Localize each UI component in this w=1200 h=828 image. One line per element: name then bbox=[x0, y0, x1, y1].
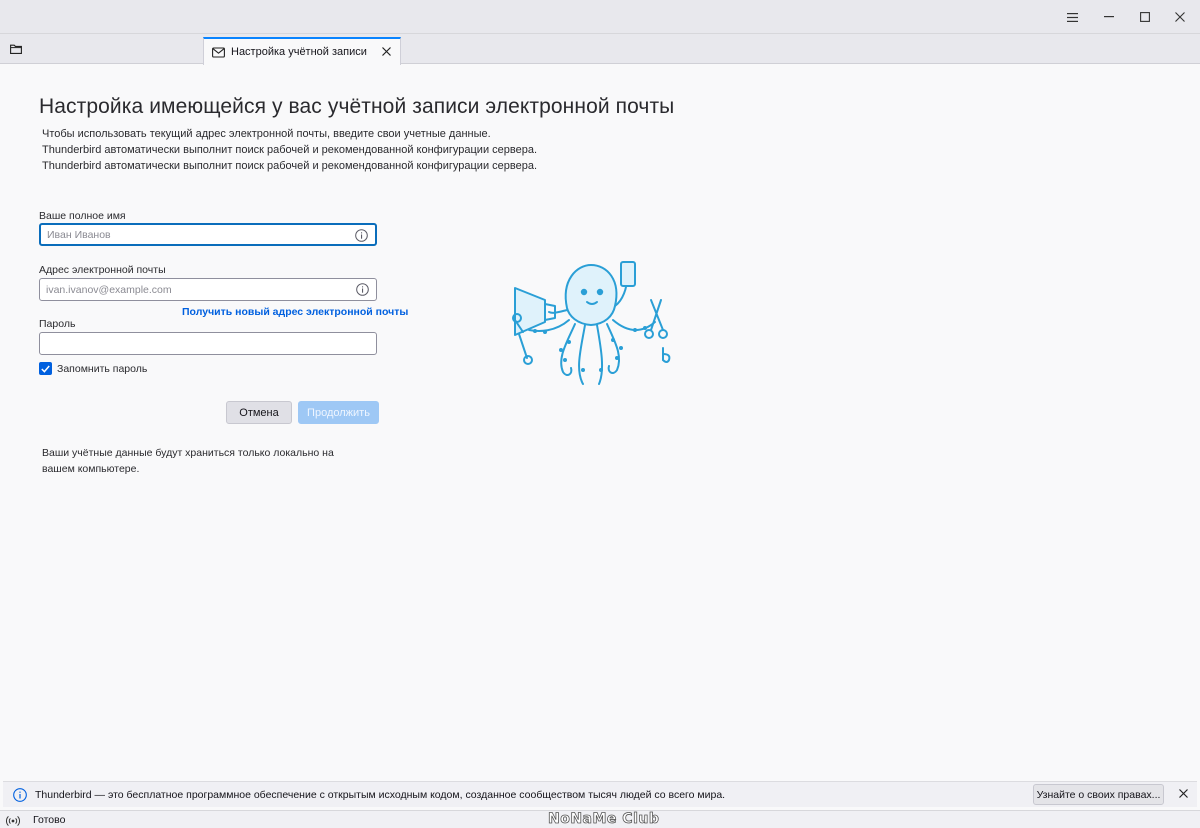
email-input[interactable] bbox=[46, 279, 346, 300]
password-field-box bbox=[39, 332, 377, 355]
octopus-mascot-illustration bbox=[505, 260, 675, 400]
info-icon[interactable] bbox=[355, 229, 368, 242]
tab-bar: Настройка учётной записи bbox=[0, 34, 1200, 65]
password-label: Пароль bbox=[39, 318, 76, 330]
know-your-rights-button[interactable]: Узнайте о своих правах... bbox=[1033, 784, 1164, 805]
storage-note: Ваши учётные данные будут храниться толь… bbox=[42, 447, 334, 475]
watermark-logo: NoNaMe Club bbox=[548, 811, 660, 828]
name-field-box bbox=[39, 223, 377, 246]
name-input[interactable] bbox=[47, 225, 347, 244]
thunderbird-window: Настройка учётной записи Настройка имеющ… bbox=[0, 0, 1200, 828]
get-new-address-link[interactable]: Получить новый адрес электронной почты bbox=[182, 306, 408, 318]
tab-close-icon[interactable] bbox=[379, 44, 393, 58]
notification-bar: Thunderbird — это бесплатное программное… bbox=[3, 781, 1197, 807]
email-label: Адрес электронной почты bbox=[39, 264, 166, 276]
info-icon[interactable] bbox=[356, 283, 369, 296]
account-setup-page: Настройка имеющейся у вас учётной записи… bbox=[0, 65, 1200, 780]
notification-text: Thunderbird — это бесплатное программное… bbox=[35, 789, 726, 801]
tab-label: Настройка учётной записи bbox=[231, 46, 367, 58]
tab-account-setup[interactable]: Настройка учётной записи bbox=[203, 37, 401, 65]
intro-line: Thunderbird автоматически выполнит поиск… bbox=[42, 144, 538, 156]
folder-icon[interactable] bbox=[6, 40, 26, 58]
cancel-button[interactable]: Отмена bbox=[226, 401, 292, 424]
email-field-box bbox=[39, 278, 377, 301]
minimize-icon[interactable] bbox=[1089, 0, 1129, 34]
status-bar: Готово NoNaMe Club bbox=[0, 810, 1200, 828]
name-label: Ваше полное имя bbox=[39, 210, 126, 222]
online-status-icon[interactable] bbox=[6, 814, 20, 826]
remember-password-label[interactable]: Запомнить пароль bbox=[57, 363, 147, 375]
hamburger-menu-icon[interactable] bbox=[1052, 0, 1092, 34]
page-title: Настройка имеющейся у вас учётной записи… bbox=[39, 95, 675, 118]
continue-button[interactable]: Продолжить bbox=[298, 401, 379, 424]
password-input[interactable] bbox=[46, 333, 346, 354]
intro-line: Чтобы использовать текущий адрес электро… bbox=[42, 128, 491, 140]
remember-password-checkbox[interactable] bbox=[39, 362, 52, 375]
envelope-icon bbox=[212, 46, 225, 58]
close-icon[interactable] bbox=[1160, 0, 1200, 34]
title-bar bbox=[0, 0, 1200, 34]
maximize-icon[interactable] bbox=[1125, 0, 1165, 34]
info-icon bbox=[13, 788, 27, 802]
status-text: Готово bbox=[33, 814, 66, 826]
intro-text: Чтобы использовать текущий адрес электро… bbox=[42, 126, 537, 174]
intro-line: Thunderbird автоматически выполнит поиск… bbox=[42, 160, 538, 172]
close-icon[interactable] bbox=[1175, 786, 1191, 802]
